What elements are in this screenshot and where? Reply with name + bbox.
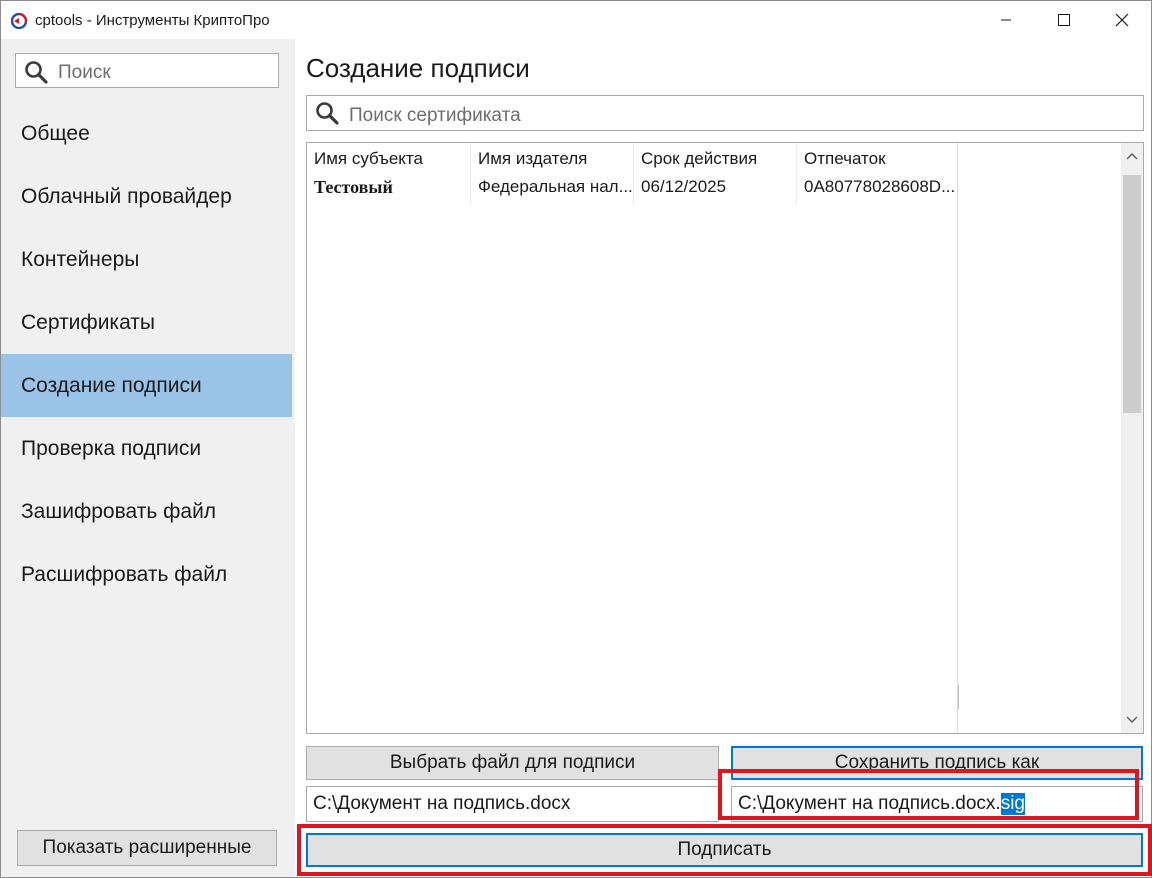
column-divider bbox=[957, 143, 958, 733]
search-icon bbox=[315, 101, 339, 130]
cell-issuer[interactable]: Федеральная нал... bbox=[478, 177, 633, 197]
sidebar-item-cloud-provider[interactable]: Облачный провайдер bbox=[1, 165, 292, 228]
minimize-button[interactable] bbox=[977, 1, 1035, 39]
sidebar-item-create-signature[interactable]: Создание подписи bbox=[1, 354, 292, 417]
title-bar: cptools - Инструменты КриптоПро bbox=[1, 1, 1151, 39]
column-header-issuer[interactable]: Имя издателя bbox=[478, 149, 626, 169]
maximize-button[interactable] bbox=[1035, 1, 1093, 39]
sidebar-item-label: Проверка подписи bbox=[21, 436, 202, 460]
table-row-cell-thumbprint[interactable]: Отпечаток 0A80778028608D... bbox=[797, 143, 958, 205]
app-window: cptools - Инструменты КриптоПро Поиск Об… bbox=[0, 0, 1152, 878]
chevron-up-icon bbox=[1126, 147, 1138, 165]
scrollbar-thumb[interactable] bbox=[1123, 175, 1141, 413]
sidebar-search-input[interactable]: Поиск bbox=[15, 53, 279, 88]
table-row-cell-subject[interactable]: Имя субъекта Тестовый bbox=[307, 143, 471, 205]
column-header-expiry[interactable]: Срок действия bbox=[641, 149, 789, 169]
sidebar-item-verify-signature[interactable]: Проверка подписи bbox=[1, 417, 292, 480]
sidebar-search-placeholder: Поиск bbox=[58, 62, 111, 83]
sidebar-item-decrypt-file[interactable]: Расшифровать файл bbox=[1, 543, 292, 606]
sidebar-item-label: Общее bbox=[21, 121, 90, 145]
certificate-search-input[interactable]: Поиск сертификата bbox=[306, 95, 1144, 131]
table-row-cell-issuer[interactable]: Имя издателя Федеральная нал... bbox=[471, 143, 634, 205]
scroll-down-button[interactable] bbox=[1121, 709, 1143, 731]
sidebar-item-label: Создание подписи bbox=[21, 373, 202, 397]
search-icon bbox=[24, 60, 48, 89]
vertical-scrollbar[interactable] bbox=[1121, 143, 1143, 733]
certificate-table[interactable]: Имя субъекта Тестовый Имя издателя Федер… bbox=[306, 142, 1144, 734]
sidebar-item-label: Зашифровать файл bbox=[21, 499, 217, 523]
source-file-path-field[interactable]: C:\Документ на подпись.docx bbox=[306, 786, 719, 822]
window-title: cptools - Инструменты КриптоПро bbox=[35, 12, 270, 29]
cryptopro-logo-icon bbox=[10, 12, 28, 30]
highlight-box-sign-button bbox=[297, 824, 1152, 876]
cell-thumbprint[interactable]: 0A80778028608D... bbox=[804, 177, 955, 197]
cell-expiry[interactable]: 06/12/2025 bbox=[641, 177, 789, 197]
sidebar-item-general[interactable]: Общее bbox=[1, 102, 292, 165]
sidebar-item-certificates[interactable]: Сертификаты bbox=[1, 291, 292, 354]
sidebar-item-containers[interactable]: Контейнеры bbox=[1, 228, 292, 291]
table-empty-area bbox=[959, 143, 1121, 733]
minimize-icon bbox=[1000, 14, 1012, 26]
sidebar-item-encrypt-file[interactable]: Зашифровать файл bbox=[1, 480, 292, 543]
sidebar-item-label: Облачный провайдер bbox=[21, 184, 232, 208]
show-advanced-button[interactable]: Показать расширенные bbox=[17, 830, 277, 866]
cell-subject[interactable]: Тестовый bbox=[314, 177, 463, 197]
table-row-cell-expiry[interactable]: Срок действия 06/12/2025 bbox=[634, 143, 797, 205]
sidebar-item-label: Контейнеры bbox=[21, 247, 140, 271]
certificate-search-placeholder: Поиск сертификата bbox=[349, 105, 521, 126]
sidebar-item-label: Сертификаты bbox=[21, 310, 155, 334]
chevron-down-icon bbox=[1126, 711, 1138, 729]
choose-file-button[interactable]: Выбрать файл для подписи bbox=[306, 746, 719, 780]
sidebar-item-label: Расшифровать файл bbox=[21, 562, 228, 586]
highlight-box-signature-path bbox=[718, 769, 1139, 820]
sidebar: Поиск Общее Облачный провайдер Контейнер… bbox=[1, 39, 295, 877]
scroll-up-button[interactable] bbox=[1121, 145, 1143, 167]
page-title: Создание подписи bbox=[306, 53, 530, 83]
close-icon bbox=[1115, 13, 1129, 27]
maximize-icon bbox=[1058, 14, 1070, 26]
column-header-thumbprint[interactable]: Отпечаток bbox=[804, 149, 951, 169]
column-header-subject[interactable]: Имя субъекта bbox=[314, 149, 463, 169]
close-button[interactable] bbox=[1093, 1, 1151, 39]
